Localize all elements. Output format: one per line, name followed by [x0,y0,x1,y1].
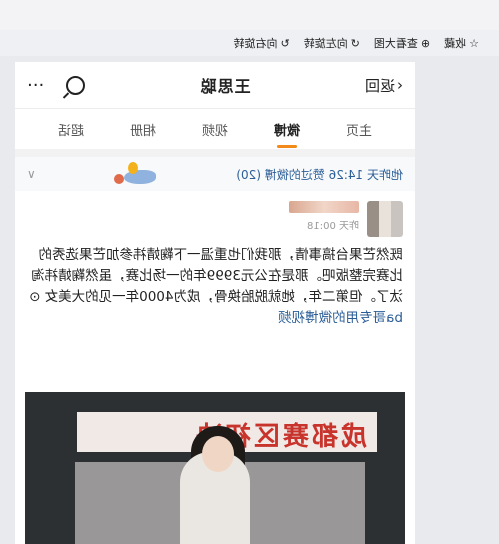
top-nav: ‹ 返回 王思聪 ··· [15,62,415,109]
nav-actions: ··· [27,75,86,96]
video-link[interactable]: ba哥专用的微博视频 [278,310,403,326]
video-link-icon: ⊙ [29,289,41,305]
back-label: 返回 [364,76,395,95]
rotate-right-icon: ↻ [280,36,290,50]
rotate-left-icon: ↺ [350,36,360,50]
weibo-profile-screen: ‹ 返回 王思聪 ··· 主页 微博 视频 相册 超话 他昨天 14:26 赞过… [15,62,415,544]
rotate-left-label: 向左旋转 [303,37,348,50]
mirrored-screenshot: ☆ 收藏 ⊕ 查看大图 ↺ 向左旋转 ↻ 向右旋转 ‹ 返回 王思聪 ··· 主… [0,0,499,544]
liked-weibo-banner[interactable]: 他昨天 14:26 赞过的微博 (20) ∨ [15,157,415,191]
back-button[interactable]: ‹ 返回 [365,75,403,96]
chevron-left-icon: ‹ [397,76,403,94]
post-text: 既然芒果台搞事情，那我们也重温一下鞠婧祎参加芒果选秀的比赛完整版吧。那是在公元3… [31,247,403,305]
video-thumbnail[interactable]: 成都赛区初决 [25,392,405,544]
tab-weibo[interactable]: 微博 [274,112,300,147]
chevron-down-icon[interactable]: ∨ [27,167,36,181]
author-info: 昨天 00:18 [289,201,359,232]
view-large-label: 查看大图 [373,37,418,50]
search-icon[interactable] [66,75,86,95]
favorite-label: 收藏 [444,37,467,50]
tab-album[interactable]: 相册 [130,112,156,147]
tab-super-topic[interactable]: 超话 [58,112,84,147]
avatar[interactable] [367,201,403,237]
favorite-button[interactable]: ☆ 收藏 [444,35,479,51]
performer-face [202,436,234,472]
profile-tabs: 主页 微博 视频 相册 超话 [15,109,415,157]
author-name-blurred[interactable] [289,201,359,213]
post-time: 昨天 00:18 [307,221,359,232]
tab-video[interactable]: 视频 [202,112,228,147]
browser-top-bar [0,0,499,30]
rotate-right-button[interactable]: ↻ 向右旋转 [233,35,289,51]
banner-illustration [108,160,164,188]
rotate-left-button[interactable]: ↺ 向左旋转 [304,35,360,51]
view-large-button[interactable]: ⊕ 查看大图 [374,35,430,51]
star-icon: ☆ [469,36,479,50]
post-author: 昨天 00:18 [15,191,415,241]
post-body: 既然芒果台搞事情，那我们也重温一下鞠婧祎参加芒果选秀的比赛完整版吧。那是在公元3… [15,241,415,329]
rotate-right-label: 向右旋转 [233,37,278,50]
magnify-icon: ⊕ [420,36,431,50]
page-title: 王思聪 [199,77,251,96]
more-icon[interactable]: ··· [27,75,44,96]
liked-banner-text: 他昨天 14:26 赞过的微博 (20) [236,167,403,182]
tab-home[interactable]: 主页 [346,112,372,147]
image-viewer-toolbar: ☆ 收藏 ⊕ 查看大图 ↺ 向左旋转 ↻ 向右旋转 [0,30,499,56]
